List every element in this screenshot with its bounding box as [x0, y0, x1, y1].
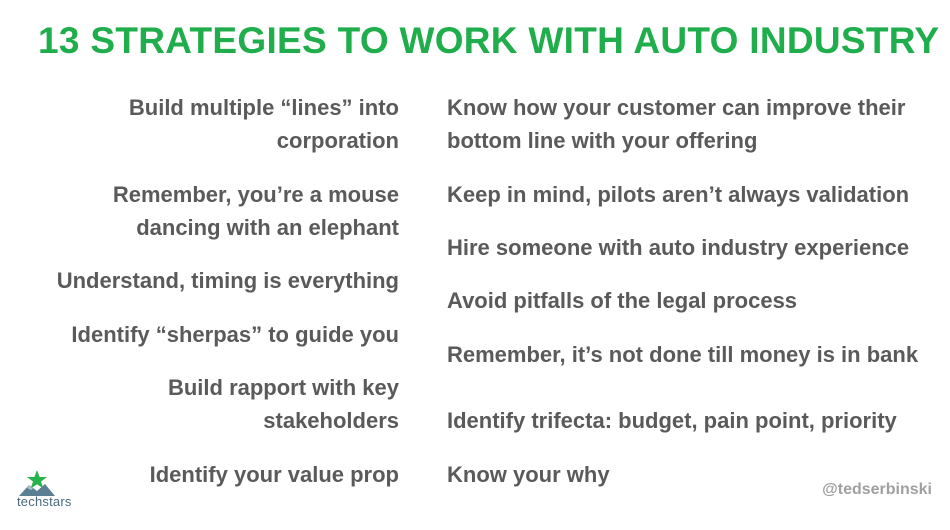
left-item-2-line-2: dancing with an elephant [136, 215, 399, 240]
left-item-1-line-1: Build multiple “lines” into [128, 95, 399, 120]
left-item-3: Understand, timing is everything [56, 268, 399, 293]
left-item-6: Identify your value prop [149, 462, 399, 487]
right-item-3: Hire someone with auto industry experien… [447, 235, 910, 260]
left-item-1-line-2: corporation [276, 128, 399, 153]
left-item-5-line-2: stakeholders [263, 408, 399, 433]
author-handle: @tedserbinski [822, 481, 932, 498]
right-item-6: Identify trifecta: budget, pain point, p… [447, 408, 897, 433]
right-item-1-line-2: bottom line with your offering [447, 128, 758, 153]
right-item-5: Remember, it’s not done till money is in… [447, 342, 919, 367]
right-item-1-line-1: Know how your customer can improve their [447, 95, 906, 120]
right-item-7: Know your why [447, 462, 610, 487]
left-item-4: Identify “sherpas” to guide you [71, 322, 399, 347]
techstars-logo-icon [19, 470, 55, 496]
left-item-2-line-1: Remember, you’re a mouse [112, 182, 399, 207]
left-item-5-line-1: Build rapport with key [167, 375, 399, 400]
slide-title: 13 STRATEGIES TO WORK WITH AUTO INDUSTRY [38, 20, 940, 61]
logo-wordmark: techstars [17, 494, 72, 509]
right-item-2: Keep in mind, pilots aren’t always valid… [447, 182, 910, 207]
right-item-4: Avoid pitfalls of the legal process [447, 288, 798, 313]
